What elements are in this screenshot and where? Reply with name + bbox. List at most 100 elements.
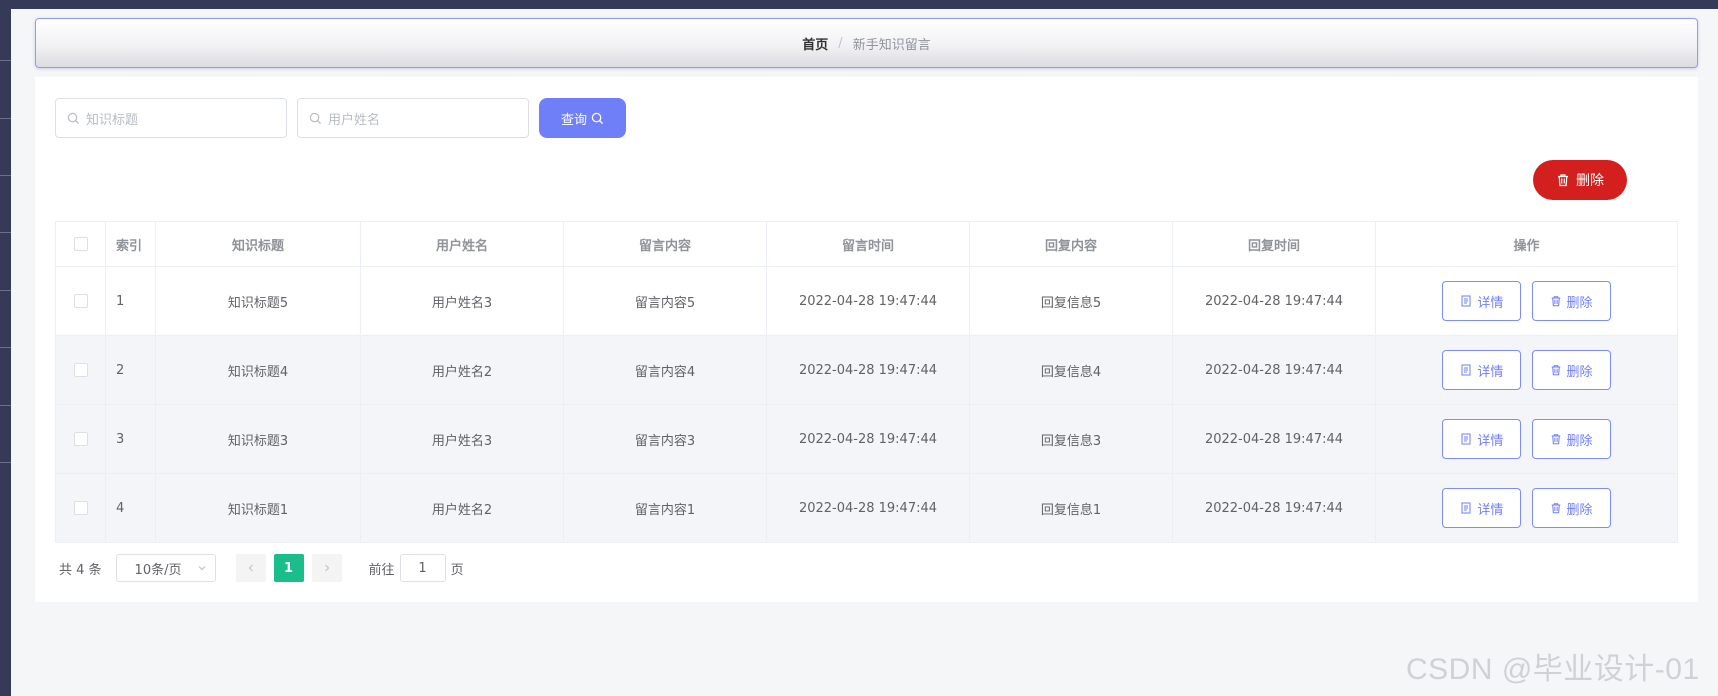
table-row: 2 知识标题4 用户姓名2 留言内容4 2022-04-28 19:47:44 …: [55, 335, 1678, 405]
row-time: 2022-04-28 19:47:44: [766, 266, 970, 336]
detail-button-label: 详情: [1477, 295, 1504, 311]
title-search-placeholder: 知识标题: [86, 112, 139, 128]
search-icon: [309, 112, 322, 124]
sidebar-divider: [0, 175, 11, 176]
trash-icon: [1551, 296, 1560, 307]
row-time: 2022-04-28 19:47:44: [766, 335, 970, 405]
trash-icon: [1551, 365, 1560, 376]
user-search-input[interactable]: 用户姓名: [297, 98, 529, 138]
column-header: 索引: [105, 221, 156, 267]
row-content: 留言内容4: [563, 335, 767, 405]
trash-icon: [1551, 434, 1560, 445]
document-icon: [1461, 502, 1471, 514]
trash-icon: [1558, 174, 1568, 187]
breadcrumb-home[interactable]: 首页: [802, 34, 828, 53]
detail-button-label: 详情: [1477, 364, 1504, 380]
sidebar-divider: [0, 232, 11, 233]
search-icon: [591, 112, 604, 124]
breadcrumb: 首页 / 新手知识留言: [35, 18, 1698, 68]
page-size-select[interactable]: 10条/页: [115, 554, 216, 582]
row-checkbox-cell: [55, 404, 106, 474]
sidebar-divider: [0, 290, 11, 291]
row-delete-label: 删除: [1566, 433, 1593, 449]
prev-page-button[interactable]: [235, 554, 266, 582]
select-all-checkbox[interactable]: [73, 237, 88, 251]
column-header: 操作: [1375, 221, 1678, 267]
row-content: 留言内容3: [563, 404, 767, 474]
query-button[interactable]: 查询: [539, 98, 626, 138]
table-row: 1 知识标题5 用户姓名3 留言内容5 2022-04-28 19:47:44 …: [55, 266, 1678, 336]
row-reply: 回复信息5: [969, 266, 1173, 336]
select-all-cell: [55, 221, 106, 267]
row-checkbox[interactable]: [73, 294, 88, 308]
row-reply-time: 2022-04-28 19:47:44: [1172, 473, 1376, 543]
row-index: 1: [105, 266, 156, 336]
main-panel: 知识标题 用户姓名 查询 删除 索引 知识标题 用户姓名 留言内容 留言时间 回…: [35, 77, 1698, 602]
detail-button-label: 详情: [1477, 433, 1504, 449]
row-content: 留言内容5: [563, 266, 767, 336]
document-icon: [1461, 295, 1471, 307]
table-row: 3 知识标题3 用户姓名3 留言内容3 2022-04-28 19:47:44 …: [55, 404, 1678, 474]
row-user: 用户姓名3: [360, 404, 564, 474]
trash-icon: [1551, 503, 1560, 514]
table-row: 4 知识标题1 用户姓名2 留言内容1 2022-04-28 19:47:44 …: [55, 473, 1678, 543]
top-bar: [0, 0, 1718, 9]
row-delete-button[interactable]: 删除: [1531, 350, 1611, 390]
row-actions: 详情 删除: [1375, 404, 1678, 474]
row-checkbox[interactable]: [73, 432, 88, 446]
column-header: 留言时间: [766, 221, 970, 267]
row-delete-button[interactable]: 删除: [1531, 281, 1611, 321]
page-size-value: 10条/页: [134, 562, 182, 578]
goto-page-input[interactable]: 1: [399, 554, 446, 582]
sidebar-divider: [0, 347, 11, 348]
row-user: 用户姓名2: [360, 473, 564, 543]
goto-suffix: 页: [450, 562, 464, 578]
title-search-input[interactable]: 知识标题: [55, 98, 287, 138]
sidebar-divider: [0, 60, 11, 61]
row-title: 知识标题4: [155, 335, 361, 405]
detail-button[interactable]: 详情: [1442, 419, 1522, 459]
sidebar-strip: [0, 0, 11, 696]
breadcrumb-separator: /: [838, 35, 843, 51]
row-actions: 详情 删除: [1375, 335, 1678, 405]
sidebar-divider: [0, 405, 11, 406]
column-header: 知识标题: [155, 221, 361, 267]
row-reply: 回复信息3: [969, 404, 1173, 474]
document-icon: [1461, 433, 1471, 445]
row-time: 2022-04-28 19:47:44: [766, 404, 970, 474]
document-icon: [1461, 364, 1471, 376]
detail-button[interactable]: 详情: [1442, 281, 1522, 321]
column-header: 用户姓名: [360, 221, 564, 267]
detail-button[interactable]: 详情: [1442, 488, 1522, 528]
column-header: 回复时间: [1172, 221, 1376, 267]
row-checkbox[interactable]: [73, 363, 88, 377]
row-checkbox-cell: [55, 473, 106, 543]
bulk-delete-button[interactable]: 删除: [1533, 160, 1627, 200]
chevron-right-icon: [324, 564, 329, 572]
bulk-delete-label: 删除: [1576, 173, 1604, 189]
row-reply-time: 2022-04-28 19:47:44: [1172, 404, 1376, 474]
row-delete-button[interactable]: 删除: [1531, 488, 1611, 528]
row-delete-button[interactable]: 删除: [1531, 419, 1611, 459]
page-number-button[interactable]: 1: [273, 554, 304, 582]
search-icon: [67, 112, 80, 124]
row-title: 知识标题3: [155, 404, 361, 474]
row-content: 留言内容1: [563, 473, 767, 543]
row-checkbox[interactable]: [73, 501, 88, 515]
next-page-button[interactable]: [311, 554, 342, 582]
row-user: 用户姓名2: [360, 335, 564, 405]
query-button-label: 查询: [560, 112, 587, 128]
goto-prefix: 前往: [368, 562, 395, 578]
row-checkbox-cell: [55, 266, 106, 336]
row-title: 知识标题1: [155, 473, 361, 543]
row-reply-time: 2022-04-28 19:47:44: [1172, 266, 1376, 336]
row-index: 3: [105, 404, 156, 474]
row-time: 2022-04-28 19:47:44: [766, 473, 970, 543]
row-title: 知识标题5: [155, 266, 361, 336]
pagination: 共 4 条 10条/页 1 前往 1 页: [59, 554, 464, 582]
message-table: 索引 知识标题 用户姓名 留言内容 留言时间 回复内容 回复时间 操作 1 知识…: [55, 221, 1678, 543]
column-header: 回复内容: [969, 221, 1173, 267]
sidebar-divider: [0, 462, 11, 463]
row-reply: 回复信息1: [969, 473, 1173, 543]
detail-button[interactable]: 详情: [1442, 350, 1522, 390]
